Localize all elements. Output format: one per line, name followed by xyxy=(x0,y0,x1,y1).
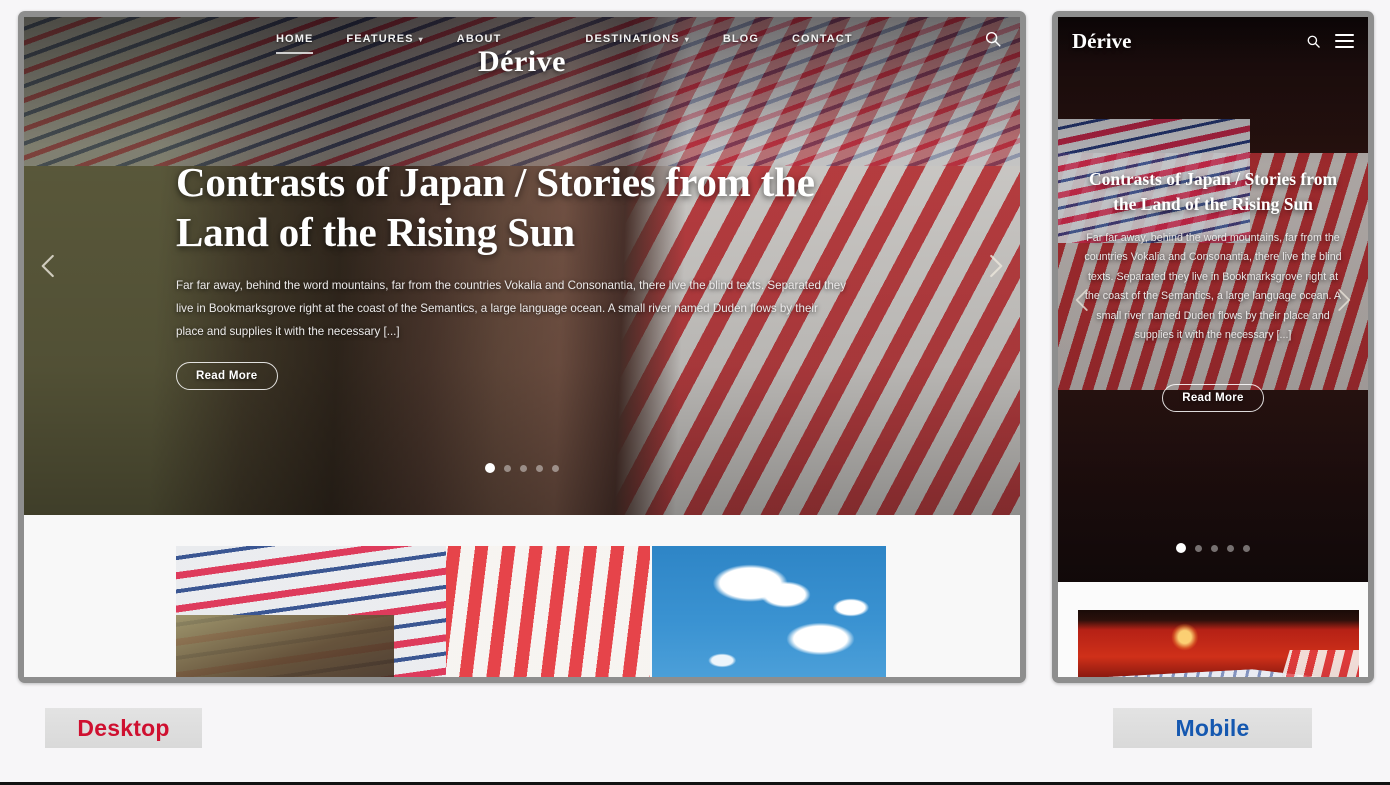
carousel-dots xyxy=(1176,543,1250,553)
mobile-cards-strip xyxy=(1058,582,1368,677)
hero-cta-wrap: Read More xyxy=(1082,366,1344,412)
card-sky-photo[interactable] xyxy=(652,546,886,677)
nav-item-home[interactable]: HOME xyxy=(276,33,314,54)
mobile-viewport: Dérive Contrasts of Japan / Stories from… xyxy=(1058,17,1368,677)
carousel-next-button[interactable] xyxy=(1328,285,1358,315)
carousel-dot[interactable] xyxy=(1227,544,1234,552)
carousel-dot[interactable] xyxy=(520,464,527,472)
mobile-hero-slider: Dérive Contrasts of Japan / Stories from… xyxy=(1058,17,1368,582)
desktop-cards-strip xyxy=(24,515,1020,677)
carousel-next-button[interactable] xyxy=(980,251,1010,281)
nav-item-features[interactable]: FEATURES ▾ xyxy=(346,33,423,45)
carousel-dot[interactable] xyxy=(552,464,559,472)
mobile-navbar: Dérive xyxy=(1058,17,1368,65)
carousel-dot[interactable] xyxy=(504,464,511,472)
sky-clouds-photo xyxy=(652,546,886,677)
nav-item-blog[interactable]: BLOG xyxy=(723,33,759,45)
umbrella-photo xyxy=(176,546,650,677)
chevron-down-icon: ▾ xyxy=(418,34,424,44)
nav-item-destinations[interactable]: DESTINATIONS ▾ xyxy=(585,33,689,45)
hero-title: Contrasts of Japan / Stories from the La… xyxy=(176,159,815,256)
carousel-dot[interactable] xyxy=(1195,544,1202,552)
carousel-dot[interactable] xyxy=(485,463,495,473)
nav-item-label: CONTACT xyxy=(792,33,853,45)
card-umbrella-photo[interactable] xyxy=(176,546,650,677)
nav-item-label: BLOG xyxy=(722,33,759,45)
mobile-navbar-actions xyxy=(1306,34,1354,49)
hero-paragraph: Far far away, behind the word mountains,… xyxy=(176,279,847,339)
nav-item-label: DESTINATIONS xyxy=(585,33,680,45)
hero-paragraph: Far far away, behind the word mountains,… xyxy=(1084,231,1342,342)
desktop-hero-slider: HOME FEATURES ▾ ABOUT DESTINATIONS ▾ BLO… xyxy=(24,17,1020,515)
burger-bar xyxy=(1335,40,1354,42)
carousel-prev-button[interactable] xyxy=(34,251,64,281)
nav-item-label: ABOUT xyxy=(456,33,502,45)
read-more-button[interactable]: Read More xyxy=(1162,383,1264,412)
burger-bar xyxy=(1335,46,1354,48)
hero-content: Contrasts of Japan / Stories from the La… xyxy=(176,157,866,390)
nav-item-contact[interactable]: CONTACT xyxy=(792,33,853,45)
chevron-down-icon: ▾ xyxy=(684,34,690,44)
search-icon[interactable] xyxy=(1306,34,1321,49)
navbar-right-group: DESTINATIONS ▾ BLOG CONTACT xyxy=(585,33,852,45)
burger-bar xyxy=(1335,34,1354,36)
desktop-viewport: HOME FEATURES ▾ ABOUT DESTINATIONS ▾ BLO… xyxy=(24,17,1020,677)
desktop-navbar: HOME FEATURES ▾ ABOUT DESTINATIONS ▾ BLO… xyxy=(24,17,1020,61)
carousel-dots xyxy=(485,463,559,473)
desktop-preview-frame: HOME FEATURES ▾ ABOUT DESTINATIONS ▾ BLO… xyxy=(18,11,1026,683)
card-lantern-photo[interactable] xyxy=(1078,610,1359,677)
carousel-dot[interactable] xyxy=(1243,544,1250,552)
site-logo: Dérive xyxy=(1072,28,1132,53)
hero-title: Contrasts of Japan / Stories from the La… xyxy=(1088,169,1338,214)
hamburger-menu-icon[interactable] xyxy=(1335,34,1354,48)
carousel-dot[interactable] xyxy=(1211,544,1218,552)
nav-item-label: FEATURES xyxy=(346,33,414,45)
navbar-left-group: HOME FEATURES ▾ ABOUT xyxy=(276,33,502,54)
carousel-prev-button[interactable] xyxy=(1068,285,1098,315)
carousel-dot[interactable] xyxy=(536,464,543,472)
nav-item-about[interactable]: ABOUT xyxy=(457,33,502,45)
carousel-dot[interactable] xyxy=(1176,543,1186,553)
mobile-view-toggle[interactable]: Mobile xyxy=(1113,708,1312,748)
hero-content: Contrasts of Japan / Stories from the La… xyxy=(1082,167,1344,412)
nav-item-label: HOME xyxy=(276,33,314,45)
read-more-button[interactable]: Read More xyxy=(176,361,278,390)
mobile-preview-frame: Dérive Contrasts of Japan / Stories from… xyxy=(1052,11,1374,683)
desktop-view-toggle[interactable]: Desktop xyxy=(45,708,202,748)
lantern-photo xyxy=(1078,610,1359,677)
